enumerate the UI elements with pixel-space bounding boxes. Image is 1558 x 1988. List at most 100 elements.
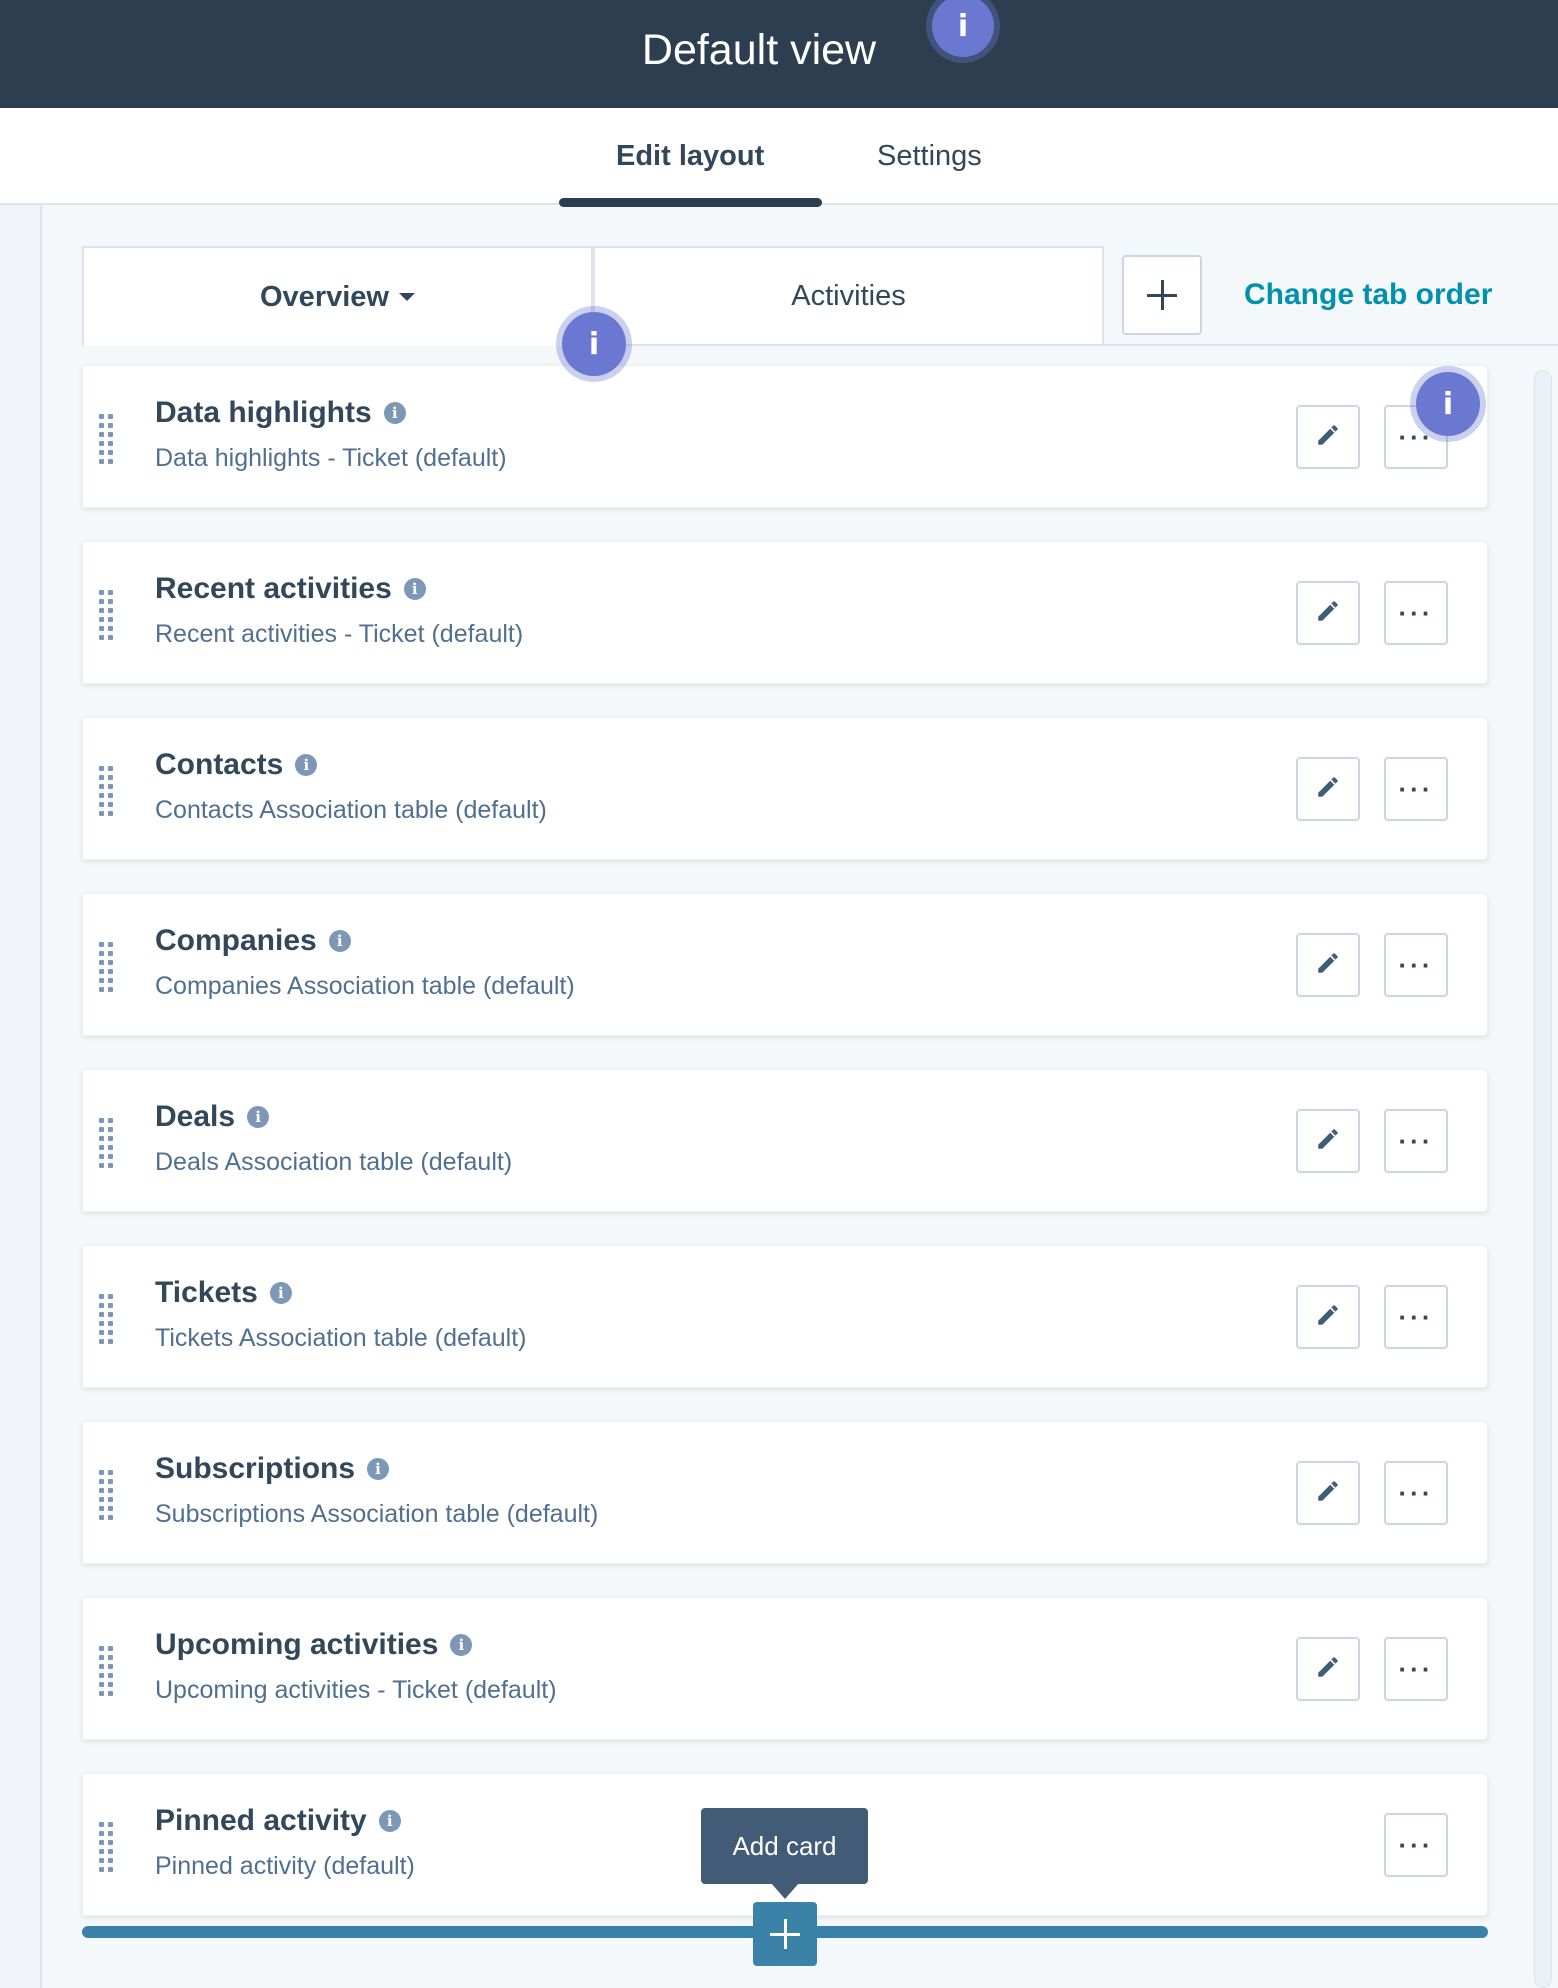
more-actions-button[interactable]: ··· [1384, 757, 1448, 821]
info-icon[interactable]: i [247, 1106, 270, 1128]
info-icon[interactable]: i [328, 930, 351, 952]
drag-dot [99, 459, 104, 464]
card-title-text: Recent activities [155, 572, 392, 605]
drag-dot [108, 1127, 113, 1132]
ellipsis-icon: ··· [1398, 1654, 1434, 1684]
caret-down-icon [398, 293, 415, 301]
drag-dot [99, 1664, 104, 1669]
layout-card[interactable]: Tickets i Tickets Association table (defau… [82, 1245, 1488, 1388]
layout-card[interactable]: Companies i Companies Association table (d… [82, 893, 1488, 1036]
drag-dot [108, 1163, 113, 1168]
drag-dot [108, 1136, 113, 1141]
info-icon[interactable]: i [450, 1634, 473, 1656]
change-tab-order-link[interactable]: Change tab order [1244, 278, 1492, 312]
drag-handle-icon[interactable] [99, 414, 113, 464]
card-title-text: Contacts [155, 748, 284, 781]
edit-card-button[interactable] [1296, 405, 1360, 469]
more-actions-button[interactable]: ··· [1384, 1285, 1448, 1349]
tab-overview[interactable]: Overview [82, 246, 593, 346]
more-actions-button[interactable]: ··· [1384, 933, 1448, 997]
ellipsis-icon: ··· [1398, 774, 1434, 804]
drag-handle-icon[interactable] [99, 1822, 113, 1872]
edit-card-button[interactable] [1296, 757, 1360, 821]
more-actions-button[interactable]: ··· [1384, 581, 1448, 645]
pencil-icon [1315, 1478, 1341, 1509]
drag-dot [108, 1655, 113, 1660]
ellipsis-icon: ··· [1398, 1302, 1434, 1332]
layout-card[interactable]: Subscriptions i Subscriptions Association … [82, 1421, 1488, 1564]
info-icon[interactable]: i [403, 578, 426, 600]
more-actions-button[interactable]: ··· [1384, 1461, 1448, 1525]
info-icon[interactable]: i [378, 1810, 401, 1832]
hotspot-badge[interactable]: i [1416, 372, 1480, 436]
drag-dot [108, 1515, 113, 1520]
card-title-text: Upcoming activities [155, 1628, 439, 1661]
edit-card-button[interactable] [1296, 1461, 1360, 1525]
card-title: Companies i [155, 924, 351, 958]
drag-dot [99, 617, 104, 622]
drag-dot [99, 1858, 104, 1863]
drag-dot [108, 459, 113, 464]
layout-card[interactable]: Upcoming activities i Upcoming activities … [82, 1597, 1488, 1740]
drag-dot [99, 626, 104, 631]
info-icon[interactable]: i [367, 1458, 390, 1480]
drag-dot [99, 590, 104, 595]
drag-dot [99, 951, 104, 956]
drag-dot [108, 1321, 113, 1326]
drag-dot [108, 784, 113, 789]
hotspot-badge[interactable]: i [562, 312, 626, 376]
drag-dot [99, 441, 104, 446]
info-icon[interactable]: i [383, 402, 406, 424]
drag-handle-icon[interactable] [99, 1118, 113, 1168]
scrollbar[interactable] [1534, 370, 1552, 1988]
drag-handle-icon[interactable] [99, 590, 113, 640]
layout-card[interactable]: Deals i Deals Association table (default) ·… [82, 1069, 1488, 1212]
more-actions-button[interactable]: ··· [1384, 1813, 1448, 1877]
drag-dot [108, 1330, 113, 1335]
drag-dot [99, 1145, 104, 1150]
info-icon[interactable]: i [295, 754, 318, 776]
edit-card-button[interactable] [1296, 1109, 1360, 1173]
tab-edit-layout[interactable]: Edit layout [616, 140, 764, 173]
tab-activities[interactable]: Activities [593, 246, 1104, 346]
layout-card[interactable]: Data highlights i Data highlights - Ticket… [82, 365, 1488, 508]
active-tab-indicator [559, 198, 822, 207]
more-actions-button[interactable]: ··· [1384, 1637, 1448, 1701]
ellipsis-icon: ··· [1398, 950, 1434, 980]
drag-dot [108, 793, 113, 798]
card-title: Deals i [155, 1100, 270, 1134]
info-icon[interactable]: i [269, 1282, 292, 1304]
drag-dot [108, 775, 113, 780]
add-tab-button[interactable] [1122, 255, 1202, 335]
edit-card-button[interactable] [1296, 1637, 1360, 1701]
drag-dot [99, 1840, 104, 1845]
drag-dot [108, 1488, 113, 1493]
drag-handle-icon[interactable] [99, 1646, 113, 1696]
drag-dot [108, 414, 113, 419]
tab-overview-label: Overview [260, 280, 389, 313]
drag-dot [99, 1646, 104, 1651]
header-bar: Default view [0, 0, 1558, 108]
drag-handle-icon[interactable] [99, 766, 113, 816]
add-card-button[interactable] [753, 1902, 817, 1966]
tab-settings[interactable]: Settings [877, 140, 982, 173]
drag-dot [99, 414, 104, 419]
edit-card-button[interactable] [1296, 933, 1360, 997]
edit-card-button[interactable] [1296, 581, 1360, 645]
more-actions-button[interactable]: ··· [1384, 1109, 1448, 1173]
drag-dot [108, 608, 113, 613]
edit-card-button[interactable] [1296, 1285, 1360, 1349]
drag-dot [99, 1867, 104, 1872]
drag-handle-icon[interactable] [99, 1294, 113, 1344]
drag-dot [108, 960, 113, 965]
card-title: Upcoming activities i [155, 1628, 473, 1662]
drag-dot [108, 1858, 113, 1863]
drag-dot [99, 432, 104, 437]
drag-handle-icon[interactable] [99, 942, 113, 992]
layout-card[interactable]: Recent activities i Recent activities - Ti… [82, 541, 1488, 684]
card-subtitle: Subscriptions Association table (default… [155, 1500, 599, 1528]
layout-card[interactable]: Contacts i Contacts Association table (def… [82, 717, 1488, 860]
drag-dot [108, 1154, 113, 1159]
drag-dot [108, 802, 113, 807]
drag-handle-icon[interactable] [99, 1470, 113, 1520]
